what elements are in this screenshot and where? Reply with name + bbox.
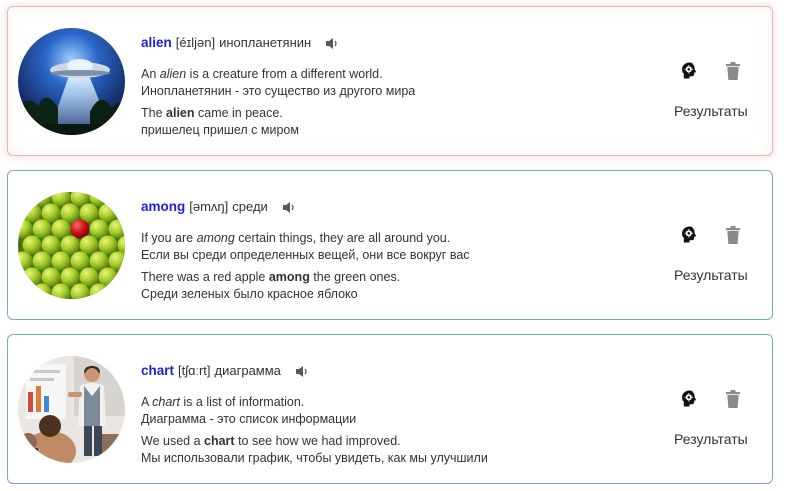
definition-text: An [141,67,160,81]
trash-icon[interactable] [725,225,745,245]
example-word: chart [204,434,235,448]
definition-text: is a list of information. [179,395,305,409]
translation: диаграмма [214,363,281,378]
example-text: The [141,106,167,120]
word-card-alien: alien [éɪljən] инопланетянин An alien is… [7,6,773,156]
example: The alien came in peace. пришелец пришел… [141,105,621,139]
example-translation: Среди зеленых было красное яблоко [141,287,358,301]
definition-text: If you are [141,231,197,245]
transcription: [əmʌŋ] [189,199,229,214]
apples-image [18,192,125,299]
example-text: We used a [141,434,205,448]
word-link[interactable]: among [141,199,185,215]
speaker-icon[interactable] [295,365,309,378]
definition: A chart is a list of information. Диагра… [141,394,621,428]
transcription: [éɪljən] [175,35,216,50]
word-card-chart: chart [tʃɑːrt] диаграмма A chart is a li… [7,334,773,484]
example: We used a chart to see how we had improv… [141,433,621,467]
definition-word: among [196,231,235,245]
results-button[interactable]: Результаты [674,103,748,119]
word-card-among: among [əmʌŋ] среди If you are among cert… [7,170,773,320]
example-text: the green ones. [309,270,401,284]
example-translation: Мы использовали график, чтобы увидеть, к… [141,451,488,465]
definition-text: certain things, they are all around you. [234,231,451,245]
word-link[interactable]: alien [141,35,172,51]
word-link[interactable]: chart [141,363,174,379]
presentation-image [18,356,125,463]
definition-translation: Если вы среди определенных вещей, они вс… [141,248,470,262]
example: There was a red apple among the green on… [141,269,621,303]
brain-gear-icon[interactable] [680,61,700,81]
definition-translation: Диаграмма - это список информации [141,412,357,426]
brain-gear-icon[interactable] [680,389,700,409]
trash-icon[interactable] [725,389,745,409]
ufo-image [18,28,125,135]
definition-word: alien [159,67,187,81]
definition: If you are among certain things, they ar… [141,230,621,264]
speaker-icon[interactable] [325,37,339,50]
card-content: alien [éɪljən] инопланетянин An alien is… [141,35,621,139]
title-row: alien [éɪljən] инопланетянин [141,35,621,51]
example-text: There was a red apple [141,270,269,284]
word-list: alien [éɪljən] инопланетянин An alien is… [0,0,787,491]
transcription: [tʃɑːrt] [178,363,211,378]
results-button[interactable]: Результаты [674,431,748,447]
brain-gear-icon[interactable] [680,225,700,245]
title-row: chart [tʃɑːrt] диаграмма [141,363,621,379]
definition-text: A [141,395,153,409]
card-content: among [əmʌŋ] среди If you are among cert… [141,199,621,303]
example-text: to see how we had improved. [234,434,401,448]
example-text: came in peace. [194,106,283,120]
definition-text: is a creature from a different world. [186,67,383,81]
trash-icon[interactable] [725,61,745,81]
example-word: alien [166,106,195,120]
card-content: chart [tʃɑːrt] диаграмма A chart is a li… [141,363,621,467]
definition-translation: Инопланетянин - это существо из другого … [141,84,416,98]
definition: An alien is a creature from a different … [141,66,621,100]
definition-word: chart [152,395,180,409]
example-translation: пришелец пришел с миром [141,123,299,137]
results-button[interactable]: Результаты [674,267,748,283]
example-word: among [268,270,310,284]
title-row: among [əmʌŋ] среди [141,199,621,215]
translation: инопланетянин [219,35,312,50]
speaker-icon[interactable] [282,201,296,214]
translation: среди [232,199,268,214]
